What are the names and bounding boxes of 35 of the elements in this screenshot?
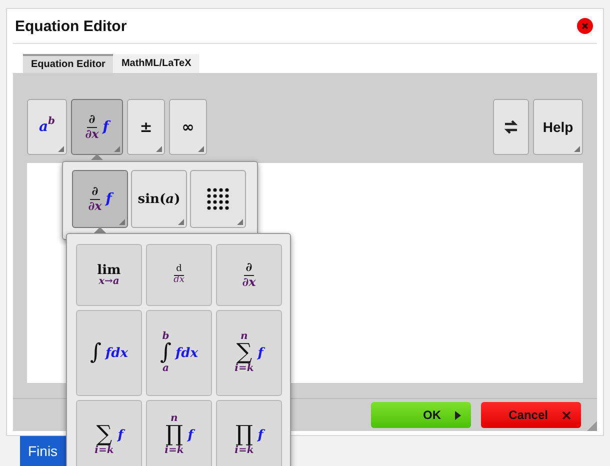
palette-button[interactable]: ∂ ∂x bbox=[216, 244, 282, 306]
palette-button[interactable]: n ∏ i=k f bbox=[146, 400, 212, 466]
tab[interactable]: MathML/LaTeX bbox=[113, 54, 200, 73]
palette-button[interactable]: lim x→a bbox=[76, 244, 142, 306]
toolbar-button[interactable]: ± bbox=[127, 99, 165, 155]
toolbar-button[interactable] bbox=[493, 99, 529, 155]
palette-button[interactable]: b ∫ a fdx bbox=[146, 310, 212, 396]
play-arrow-icon bbox=[455, 410, 461, 420]
resize-grip-icon[interactable] bbox=[587, 421, 597, 431]
corner-menu-icon bbox=[119, 219, 125, 225]
corner-menu-icon bbox=[198, 146, 204, 152]
corner-menu-icon bbox=[114, 146, 120, 152]
cancel-button[interactable]: Cancel bbox=[481, 402, 581, 428]
palette-button[interactable]: n ∑ i=k f bbox=[216, 310, 282, 396]
palette-button[interactable]: ∏ i=k f bbox=[216, 400, 282, 466]
submenu-button[interactable]: sin(a) bbox=[131, 170, 187, 228]
corner-menu-icon bbox=[574, 146, 580, 152]
close-icon[interactable] bbox=[577, 18, 593, 34]
corner-menu-icon bbox=[156, 146, 162, 152]
toolbar-button[interactable]: ∞ bbox=[169, 99, 207, 155]
ok-button[interactable]: OK bbox=[371, 402, 471, 428]
corner-menu-icon bbox=[58, 146, 64, 152]
palette-button[interactable]: ∑ i=k f bbox=[76, 400, 142, 466]
tab[interactable]: Equation Editor bbox=[23, 54, 114, 73]
corner-menu-icon bbox=[178, 219, 184, 225]
swap-arrows-icon bbox=[503, 119, 519, 135]
corner-menu-icon bbox=[237, 219, 243, 225]
submenu-button[interactable] bbox=[190, 170, 246, 228]
close-icon bbox=[562, 410, 571, 420]
palette-button[interactable]: ∫ fdx bbox=[76, 310, 142, 396]
window-title: Equation Editor bbox=[15, 18, 127, 34]
palette-button[interactable]: d dx bbox=[146, 244, 212, 306]
toolbar-button[interactable]: a$^{b}$ bbox=[27, 99, 67, 155]
help-button[interactable]: Help bbox=[533, 99, 583, 155]
matrix-grid-icon bbox=[207, 188, 229, 210]
